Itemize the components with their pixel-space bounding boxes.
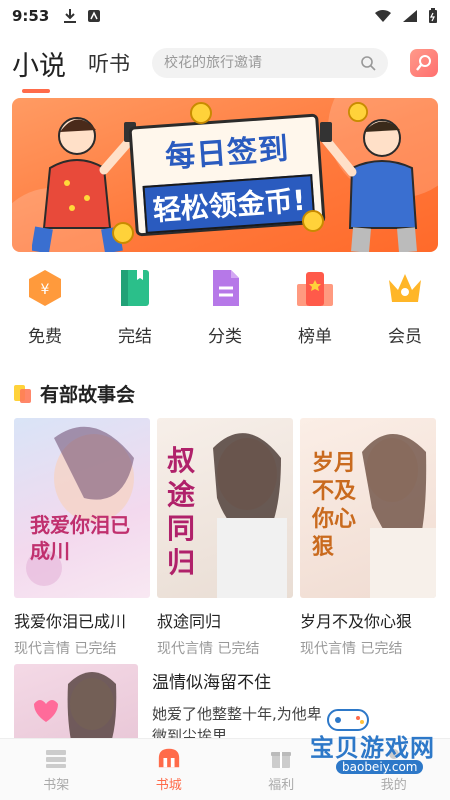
book-cover-title: 我爱你泪已成川 <box>30 513 130 563</box>
category-vip[interactable]: 会员 <box>370 268 440 347</box>
section-title-text: 有部故事会 <box>40 384 136 406</box>
coin-icon <box>112 222 134 244</box>
book-icon <box>121 270 149 306</box>
search-input[interactable] <box>164 55 360 71</box>
book-cover-title: 叔途同归 <box>167 444 196 579</box>
category-row: ¥ 免费 完结 分类 榜单 会员 <box>0 268 450 347</box>
book-cover-title: 岁月不及你心狠 <box>312 451 357 560</box>
book-title: 叔途同归 <box>157 612 222 631</box>
status-time: 9:53 <box>12 7 50 25</box>
book-cover: 岁月不及你心狠 <box>300 418 436 598</box>
ranking-icon <box>297 272 333 306</box>
book-grid: 我爱你泪已成川 我爱你泪已成川 现代言情 已完结 叔途同归 叔途同归 现代言情 … <box>14 418 436 658</box>
category-ranking[interactable]: 榜单 <box>280 268 350 347</box>
coin-icon <box>348 102 368 122</box>
category-free[interactable]: ¥ 免费 <box>10 268 80 347</box>
coin-icon <box>302 210 324 232</box>
category-ranking-label: 榜单 <box>298 327 332 347</box>
book-tags: 现代言情 已完结 <box>14 641 117 657</box>
book-cover: 叔途同归 <box>157 418 293 598</box>
category-classify[interactable]: 分类 <box>190 268 260 347</box>
download-icon <box>64 9 77 23</box>
section-title: 有部故事会 <box>14 380 135 407</box>
book-tags: 现代言情 已完结 <box>300 641 403 657</box>
magnifier-badge-icon <box>416 55 431 71</box>
right-person-illustration <box>320 119 418 252</box>
category-classify-label: 分类 <box>208 327 242 347</box>
category-finished-label: 完结 <box>118 327 152 347</box>
site-watermark: 宝贝游戏网 baobeiy.com <box>280 706 440 778</box>
book-title: 我爱你泪已成川 <box>14 612 127 631</box>
book-tags: 现代言情 已完结 <box>157 641 260 657</box>
nav-bookshelf-label: 书架 <box>43 778 70 793</box>
signal-icon <box>403 10 417 22</box>
book-card[interactable]: 岁月不及你心狠 岁月不及你心狠 现代言情 已完结 <box>300 418 436 658</box>
book-cover: 我爱你泪已成川 <box>14 418 150 598</box>
book-card[interactable]: 我爱你泪已成川 我爱你泪已成川 现代言情 已完结 <box>14 418 150 658</box>
search-ranking-button[interactable] <box>410 49 438 77</box>
watermark-url: baobeiy.com <box>336 760 424 774</box>
book-title: 岁月不及你心狠 <box>300 612 413 631</box>
nav-bookstore-label: 书城 <box>155 778 182 793</box>
search-icon[interactable] <box>360 55 376 71</box>
crown-icon <box>389 274 421 302</box>
svg-text:¥: ¥ <box>41 282 50 298</box>
nav-bookshelf[interactable]: 书架 <box>21 746 91 793</box>
tab-audiobook[interactable]: 听书 <box>88 48 130 78</box>
category-finished[interactable]: 完结 <box>100 268 170 347</box>
tab-novel[interactable]: 小说 <box>12 44 66 93</box>
bookshelf-icon <box>46 750 67 768</box>
status-bar: 9:53 <box>0 0 450 32</box>
tab-active-indicator <box>22 88 50 93</box>
nav-bookstore[interactable]: 书城 <box>134 746 204 793</box>
book-card[interactable]: 叔途同归 叔途同归 现代言情 已完结 <box>157 418 293 658</box>
top-header: 小说 听书 <box>0 40 450 93</box>
category-free-label: 免费 <box>28 327 62 347</box>
coin-hexagon-icon: ¥ <box>29 270 61 306</box>
search-bar[interactable] <box>152 48 388 78</box>
app-notification-icon <box>88 10 101 22</box>
battery-icon <box>429 8 437 23</box>
category-vip-label: 会员 <box>388 327 422 347</box>
featured-book-title: 温情似海留不住 <box>152 673 271 693</box>
watermark-text: 宝贝游戏网 <box>310 734 435 762</box>
sign-in-banner[interactable]: 每日签到 轻松领金币! <box>12 98 438 252</box>
store-icon <box>158 748 179 768</box>
document-icon <box>213 270 239 306</box>
wifi-icon <box>375 9 391 22</box>
coin-icon <box>190 102 212 124</box>
section-mark-icon <box>14 384 32 403</box>
tab-novel-label: 小说 <box>12 50 66 82</box>
